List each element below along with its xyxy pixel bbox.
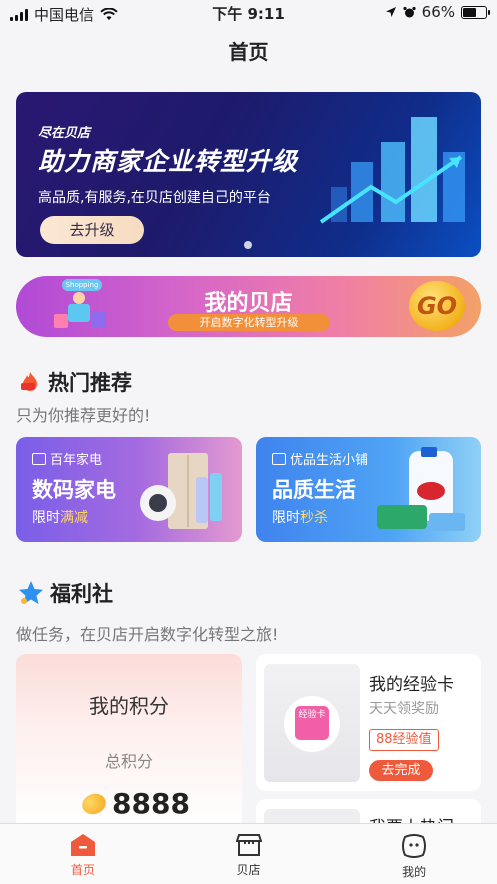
lifestyle-kicker-text: 优品生活小铺	[290, 453, 369, 468]
store-icon	[272, 452, 286, 465]
experience-card-task[interactable]: 经验卡 我的经验卡 天天领奖励 88经验值 去完成	[256, 654, 481, 791]
tab-home[interactable]: 首页	[0, 824, 166, 884]
banner-tag: 尽在贝店	[38, 126, 91, 141]
upgrade-button[interactable]: 去升级	[40, 216, 144, 244]
battery-icon	[461, 5, 490, 19]
welfare-section-header: 福利社	[18, 578, 113, 608]
carousel-indicator	[244, 241, 252, 249]
lifestyle-sub-prefix: 限时	[272, 510, 300, 526]
bottom-tab-bar: 首页 贝店 我的	[0, 823, 497, 884]
my-shop-promo[interactable]: Shopping 我的贝店 开启数字化转型升级 GO	[16, 276, 481, 337]
upgrade-banner[interactable]: 尽在贝店 助力商家企业转型升级 高品质,有服务,在贝店创建自己的平台 去升级	[16, 92, 481, 257]
welfare-section-title: 福利社	[50, 582, 113, 606]
experience-card-image: 经验卡	[264, 664, 360, 782]
battery-percent: 66%	[421, 3, 455, 21]
banner-subline: 高品质,有服务,在贝店创建自己的平台	[38, 190, 271, 206]
hot-section-title: 热门推荐	[48, 371, 132, 395]
promo-subtitle: 开启数字化转型升级	[168, 314, 330, 331]
experience-badge: 经验卡	[295, 706, 329, 740]
location-arrow-icon	[385, 7, 396, 17]
data-towers-illustration	[319, 117, 465, 224]
appliances-sub-prefix: 限时	[32, 510, 60, 526]
detergent-product-image	[377, 447, 465, 531]
points-label: 总积分	[104, 752, 153, 771]
status-bar: 中国电信 下午 9:11 66%	[0, 0, 497, 26]
points-value: 8888	[112, 787, 190, 820]
appliances-card[interactable]: 百年家电 数码家电 限时满减	[16, 437, 242, 542]
task-name: 我的经验卡	[369, 675, 454, 695]
appliances-sub: 限时满减	[32, 507, 88, 527]
task-desc: 天天领奖励	[369, 701, 439, 717]
lifestyle-sub-highlight: 秒杀	[300, 510, 328, 526]
alarm-icon	[403, 6, 416, 17]
tab-home-label: 首页	[70, 863, 95, 877]
tab-profile[interactable]: 我的	[331, 824, 497, 884]
banner-headline: 助力商家企业转型升级	[38, 147, 299, 176]
coin-icon	[79, 789, 109, 818]
appliances-kicker-text: 百年家电	[50, 453, 103, 468]
points-card[interactable]: 我的积分 总积分 8888	[16, 654, 242, 829]
tab-profile-label: 我的	[402, 865, 427, 879]
profile-icon	[402, 834, 427, 858]
appliances-product-image	[140, 453, 222, 529]
hot-section-header: 热门推荐	[18, 367, 132, 397]
status-right: 66%	[385, 3, 490, 21]
star-icon	[19, 581, 43, 604]
task-xp-badge: 88经验值	[369, 729, 439, 751]
hot-section-subtitle: 只为你推荐更好的!	[16, 406, 151, 425]
complete-task-button[interactable]: 去完成	[369, 760, 433, 781]
appliances-sub-highlight: 满减	[60, 510, 88, 526]
appliances-title: 数码家电	[32, 478, 116, 502]
store-icon	[32, 452, 46, 465]
shop-icon	[235, 834, 262, 856]
welfare-section-subtitle: 做任务，在贝店开启数字化转型之旅!	[16, 625, 279, 644]
lifestyle-title: 品质生活	[272, 478, 356, 502]
hot-flame-icon	[21, 372, 37, 391]
home-icon	[70, 834, 95, 856]
appliances-kicker: 百年家电	[32, 449, 102, 468]
lifestyle-card[interactable]: 优品生活小铺 品质生活 限时秒杀	[256, 437, 481, 542]
tab-shop[interactable]: 贝店	[166, 824, 332, 884]
points-value-row: 8888	[79, 787, 190, 820]
tab-shop-label: 贝店	[236, 863, 261, 877]
lifestyle-kicker: 优品生活小铺	[272, 449, 368, 468]
go-button[interactable]: GO	[409, 281, 465, 331]
lifestyle-sub: 限时秒杀	[272, 507, 328, 527]
points-title: 我的积分	[89, 694, 169, 718]
page-title: 首页	[228, 40, 269, 64]
